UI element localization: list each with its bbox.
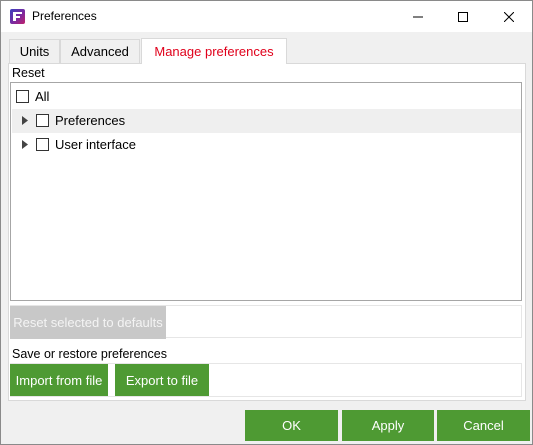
preferences-window: Preferences Units Advanced Manage prefer… <box>0 0 533 445</box>
expand-arrow-icon[interactable] <box>20 115 30 125</box>
app-logo-icon <box>10 9 25 24</box>
tab-manage-preferences[interactable]: Manage preferences <box>141 38 287 64</box>
minimize-button[interactable] <box>395 1 440 32</box>
checkbox-user-interface[interactable] <box>36 138 49 151</box>
checkbox-preferences[interactable] <box>36 114 49 127</box>
export-to-file-button[interactable]: Export to file <box>115 364 209 396</box>
tree-item-user-interface[interactable]: User interface <box>12 133 521 157</box>
reset-selected-to-defaults-button[interactable]: Reset selected to defaults <box>10 306 166 339</box>
close-icon <box>503 11 514 22</box>
save-restore-section-label: Save or restore preferences <box>12 347 167 361</box>
minimize-icon <box>412 16 423 17</box>
window-title: Preferences <box>32 9 97 23</box>
tree-item-label: User interface <box>55 137 136 152</box>
expand-arrow-icon[interactable] <box>20 139 30 149</box>
title-bar: Preferences <box>1 1 532 32</box>
tab-units[interactable]: Units <box>9 39 60 63</box>
close-button[interactable] <box>486 1 531 32</box>
tree-item-preferences[interactable]: Preferences <box>12 109 521 133</box>
checkbox-all[interactable] <box>16 90 29 103</box>
cancel-button[interactable]: Cancel <box>437 410 530 441</box>
preferences-tree[interactable]: All Preferences User interface <box>10 82 522 301</box>
tree-item-label: All <box>35 89 50 104</box>
tab-advanced[interactable]: Advanced <box>60 39 140 63</box>
maximize-icon <box>457 11 468 22</box>
tree-item-label: Preferences <box>55 113 126 128</box>
ok-button[interactable]: OK <box>245 410 338 441</box>
reset-section-label: Reset <box>12 66 45 80</box>
maximize-button[interactable] <box>440 1 485 32</box>
tree-item-all[interactable]: All <box>12 85 521 109</box>
import-from-file-button[interactable]: Import from file <box>10 364 108 396</box>
apply-button[interactable]: Apply <box>342 410 434 441</box>
